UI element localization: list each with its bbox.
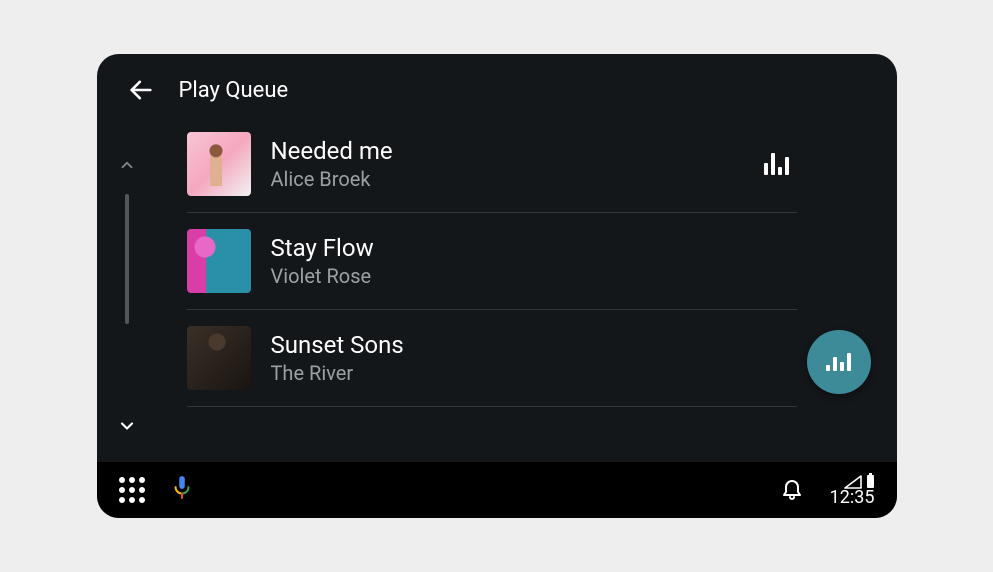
notifications-button[interactable] bbox=[780, 476, 804, 504]
track-title: Needed me bbox=[271, 137, 744, 165]
track-title: Stay Flow bbox=[271, 234, 797, 262]
content-area: Needed me Alice Broek Stay Flow Violet R… bbox=[97, 124, 897, 462]
equalizer-icon bbox=[826, 353, 851, 371]
status-cluster: 12:35 bbox=[830, 473, 875, 507]
equalizer-icon bbox=[764, 153, 789, 175]
bell-icon bbox=[780, 476, 804, 500]
chevron-down-icon bbox=[117, 416, 137, 436]
now-playing-fab[interactable] bbox=[807, 330, 871, 394]
album-art bbox=[187, 229, 251, 293]
mic-icon bbox=[171, 475, 193, 501]
track-artist: The River bbox=[271, 361, 797, 385]
queue-item[interactable]: Needed me Alice Broek bbox=[187, 124, 797, 213]
chevron-up-icon bbox=[118, 156, 136, 174]
track-artist: Violet Rose bbox=[271, 264, 797, 288]
queue-item[interactable]: Sunset Sons The River bbox=[187, 310, 797, 407]
track-info: Needed me Alice Broek bbox=[271, 137, 744, 191]
track-title: Sunset Sons bbox=[271, 331, 797, 359]
track-info: Sunset Sons The River bbox=[271, 331, 797, 385]
header: Play Queue bbox=[97, 54, 897, 124]
scroll-indicator bbox=[97, 124, 157, 462]
track-info: Stay Flow Violet Rose bbox=[271, 234, 797, 288]
track-artist: Alice Broek bbox=[271, 167, 744, 191]
media-player-screen: Play Queue Needed me Alice Broek bbox=[97, 54, 897, 518]
scroll-up-button[interactable] bbox=[114, 152, 140, 182]
album-art bbox=[187, 132, 251, 196]
scroll-down-button[interactable] bbox=[113, 412, 141, 444]
clock: 12:35 bbox=[830, 489, 875, 507]
scroll-track[interactable] bbox=[125, 194, 129, 324]
queue-item[interactable]: Stay Flow Violet Rose bbox=[187, 213, 797, 310]
page-title: Play Queue bbox=[179, 78, 289, 103]
arrow-left-icon bbox=[127, 76, 155, 104]
back-button[interactable] bbox=[125, 74, 157, 106]
mic-button[interactable] bbox=[171, 475, 193, 505]
album-art bbox=[187, 326, 251, 390]
queue-list: Needed me Alice Broek Stay Flow Violet R… bbox=[157, 124, 897, 462]
bottom-bar: 12:35 bbox=[97, 462, 897, 518]
apps-button[interactable] bbox=[119, 477, 145, 503]
